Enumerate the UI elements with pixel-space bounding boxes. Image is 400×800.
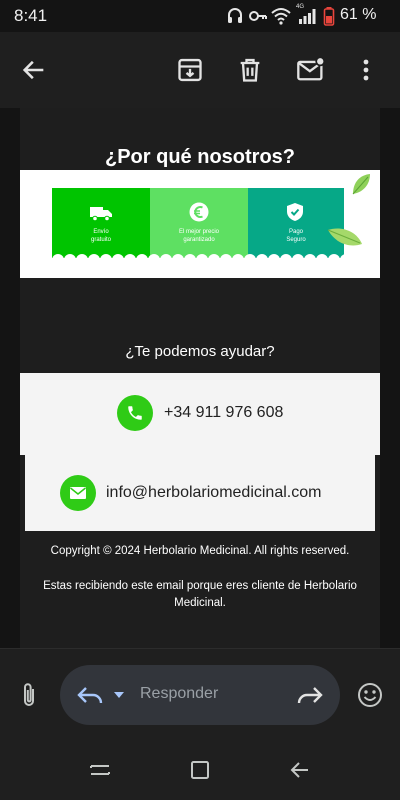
- headphones-icon: [228, 8, 242, 23]
- emoji-icon[interactable]: [356, 681, 384, 709]
- reply-placeholder: Responder: [140, 685, 219, 702]
- email-body: ¿Por qué nosotros? Envío gratuito El mej…: [0, 108, 400, 648]
- feature-label-line2: gratuito: [90, 237, 111, 243]
- phone-contact[interactable]: +34 911 976 608: [20, 373, 380, 455]
- scallop: [208, 254, 220, 266]
- scallop: [220, 254, 232, 266]
- features-strip: Envío gratuito El mejor precio garantiza…: [52, 188, 344, 266]
- copyright-text: Copyright © 2024 Herbolario Medicinal. A…: [50, 545, 350, 557]
- subscription-reason: Estas recibiendo este email porque eres …: [43, 580, 357, 609]
- scallop: [172, 254, 184, 266]
- arrow-left-icon[interactable]: [20, 56, 48, 84]
- scallop: [136, 254, 148, 266]
- features-banner: Envío gratuito El mejor precio garantiza…: [20, 170, 380, 278]
- wifi-icon: [271, 8, 291, 25]
- feature-best-price: El mejor precio garantizado: [150, 188, 248, 258]
- feature-label-line1: El mejor precio: [178, 229, 219, 235]
- home-icon[interactable]: [188, 759, 212, 781]
- more-vert-icon[interactable]: [356, 56, 376, 84]
- recent-apps-icon[interactable]: [88, 759, 112, 781]
- scallop: [232, 254, 244, 266]
- scallop: [76, 254, 88, 266]
- scallop: [112, 254, 124, 266]
- scallop: [328, 254, 340, 266]
- key-icon: [249, 11, 267, 21]
- paperclip-icon[interactable]: [18, 681, 40, 709]
- signal-icon: [299, 9, 316, 24]
- scallop: [280, 254, 292, 266]
- scallop: [64, 254, 76, 266]
- truck-icon: [90, 207, 112, 222]
- mail-icon: [60, 475, 96, 511]
- chevron-down-icon[interactable]: [112, 689, 126, 701]
- scallop: [340, 254, 344, 266]
- battery-icon: [323, 7, 335, 26]
- scallop: [160, 254, 172, 266]
- scallop: [244, 254, 256, 266]
- archive-icon[interactable]: [176, 56, 204, 84]
- nav-back-icon[interactable]: [288, 759, 312, 781]
- scallop: [100, 254, 112, 266]
- scallop: [184, 254, 196, 266]
- scalloped-edge: [52, 254, 344, 266]
- status-time: 8:41: [14, 6, 48, 25]
- scallop: [148, 254, 160, 266]
- scallop: [52, 254, 64, 266]
- phone-icon: [117, 395, 153, 431]
- scallop: [256, 254, 268, 266]
- mail-unread-icon[interactable]: [296, 56, 326, 84]
- leaf-icon: [327, 228, 362, 246]
- help-title: ¿Te podemos ayudar?: [125, 343, 275, 360]
- feature-label-line1: Envío: [93, 229, 109, 235]
- why-us-title: ¿Por qué nosotros?: [105, 146, 295, 168]
- scallop: [268, 254, 280, 266]
- battery-percentage: 61 %: [340, 6, 377, 23]
- scallop: [124, 254, 136, 266]
- trash-icon[interactable]: [236, 56, 264, 84]
- euro-icon: [189, 202, 209, 222]
- scallop: [316, 254, 328, 266]
- scallop: [292, 254, 304, 266]
- reply-icon[interactable]: [76, 683, 104, 707]
- email-contact[interactable]: info@herbolariomedicinal.com: [25, 455, 375, 531]
- shield-check-icon: [287, 203, 303, 221]
- scallop: [196, 254, 208, 266]
- feature-free-shipping: Envío gratuito: [52, 188, 150, 258]
- scallop: [88, 254, 100, 266]
- leaf-icon: [352, 174, 370, 195]
- forward-icon[interactable]: [296, 683, 324, 707]
- phone-number[interactable]: +34 911 976 608: [164, 404, 283, 422]
- scallop: [304, 254, 316, 266]
- feature-label-line2: garantizado: [183, 237, 215, 243]
- email-address[interactable]: info@herbolariomedicinal.com: [106, 484, 321, 502]
